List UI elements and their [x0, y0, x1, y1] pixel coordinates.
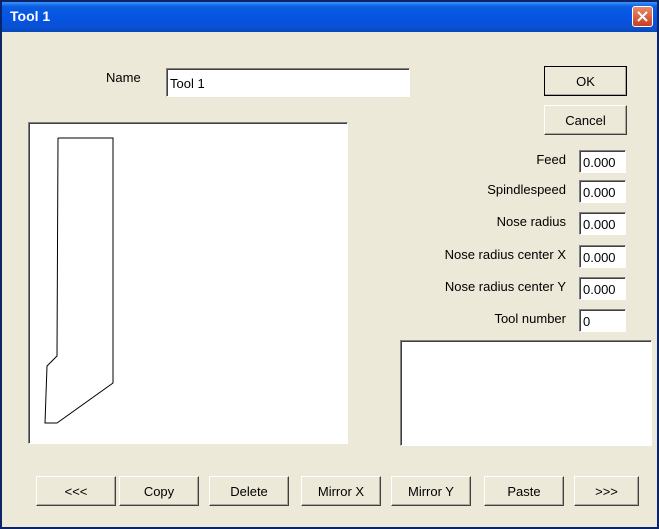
- tool-preview-canvas: [28, 122, 348, 444]
- nose-radius-input[interactable]: [579, 212, 626, 235]
- nose-radius-label: Nose radius: [496, 214, 566, 229]
- close-button[interactable]: [632, 6, 653, 27]
- feed-input[interactable]: [579, 150, 626, 173]
- prev-button[interactable]: <<<: [36, 476, 116, 506]
- name-label: Name: [106, 70, 141, 85]
- close-x-icon: [637, 11, 648, 22]
- paste-button[interactable]: Paste: [484, 476, 564, 506]
- nose-radius-center-y-label: Nose radius center Y: [444, 279, 566, 294]
- tool-profile-shape: [44, 137, 114, 424]
- tool-dialog: Tool 1 Name OK Cancel Feed Spindlespeed No…: [0, 0, 659, 529]
- copy-button[interactable]: Copy: [119, 476, 199, 506]
- name-input[interactable]: [166, 68, 410, 97]
- delete-button[interactable]: Delete: [209, 476, 289, 506]
- cancel-button[interactable]: Cancel: [544, 105, 627, 135]
- mirror-x-button[interactable]: Mirror X: [301, 476, 381, 506]
- window-title: Tool 1: [10, 8, 51, 24]
- nose-radius-center-x-label: Nose radius center X: [444, 247, 566, 262]
- notes-box[interactable]: [400, 340, 652, 446]
- spindlespeed-label: Spindlespeed: [487, 182, 566, 197]
- tool-number-label: Tool number: [494, 311, 566, 326]
- feed-label: Feed: [536, 152, 566, 167]
- tool-number-input[interactable]: [579, 309, 626, 332]
- spindlespeed-input[interactable]: [579, 180, 626, 203]
- mirror-y-button[interactable]: Mirror Y: [391, 476, 471, 506]
- nose-radius-center-x-input[interactable]: [579, 245, 626, 268]
- next-button[interactable]: >>>: [574, 476, 639, 506]
- title-bar: Tool 1: [2, 2, 657, 32]
- nose-radius-center-y-input[interactable]: [579, 277, 626, 300]
- ok-button[interactable]: OK: [544, 66, 627, 96]
